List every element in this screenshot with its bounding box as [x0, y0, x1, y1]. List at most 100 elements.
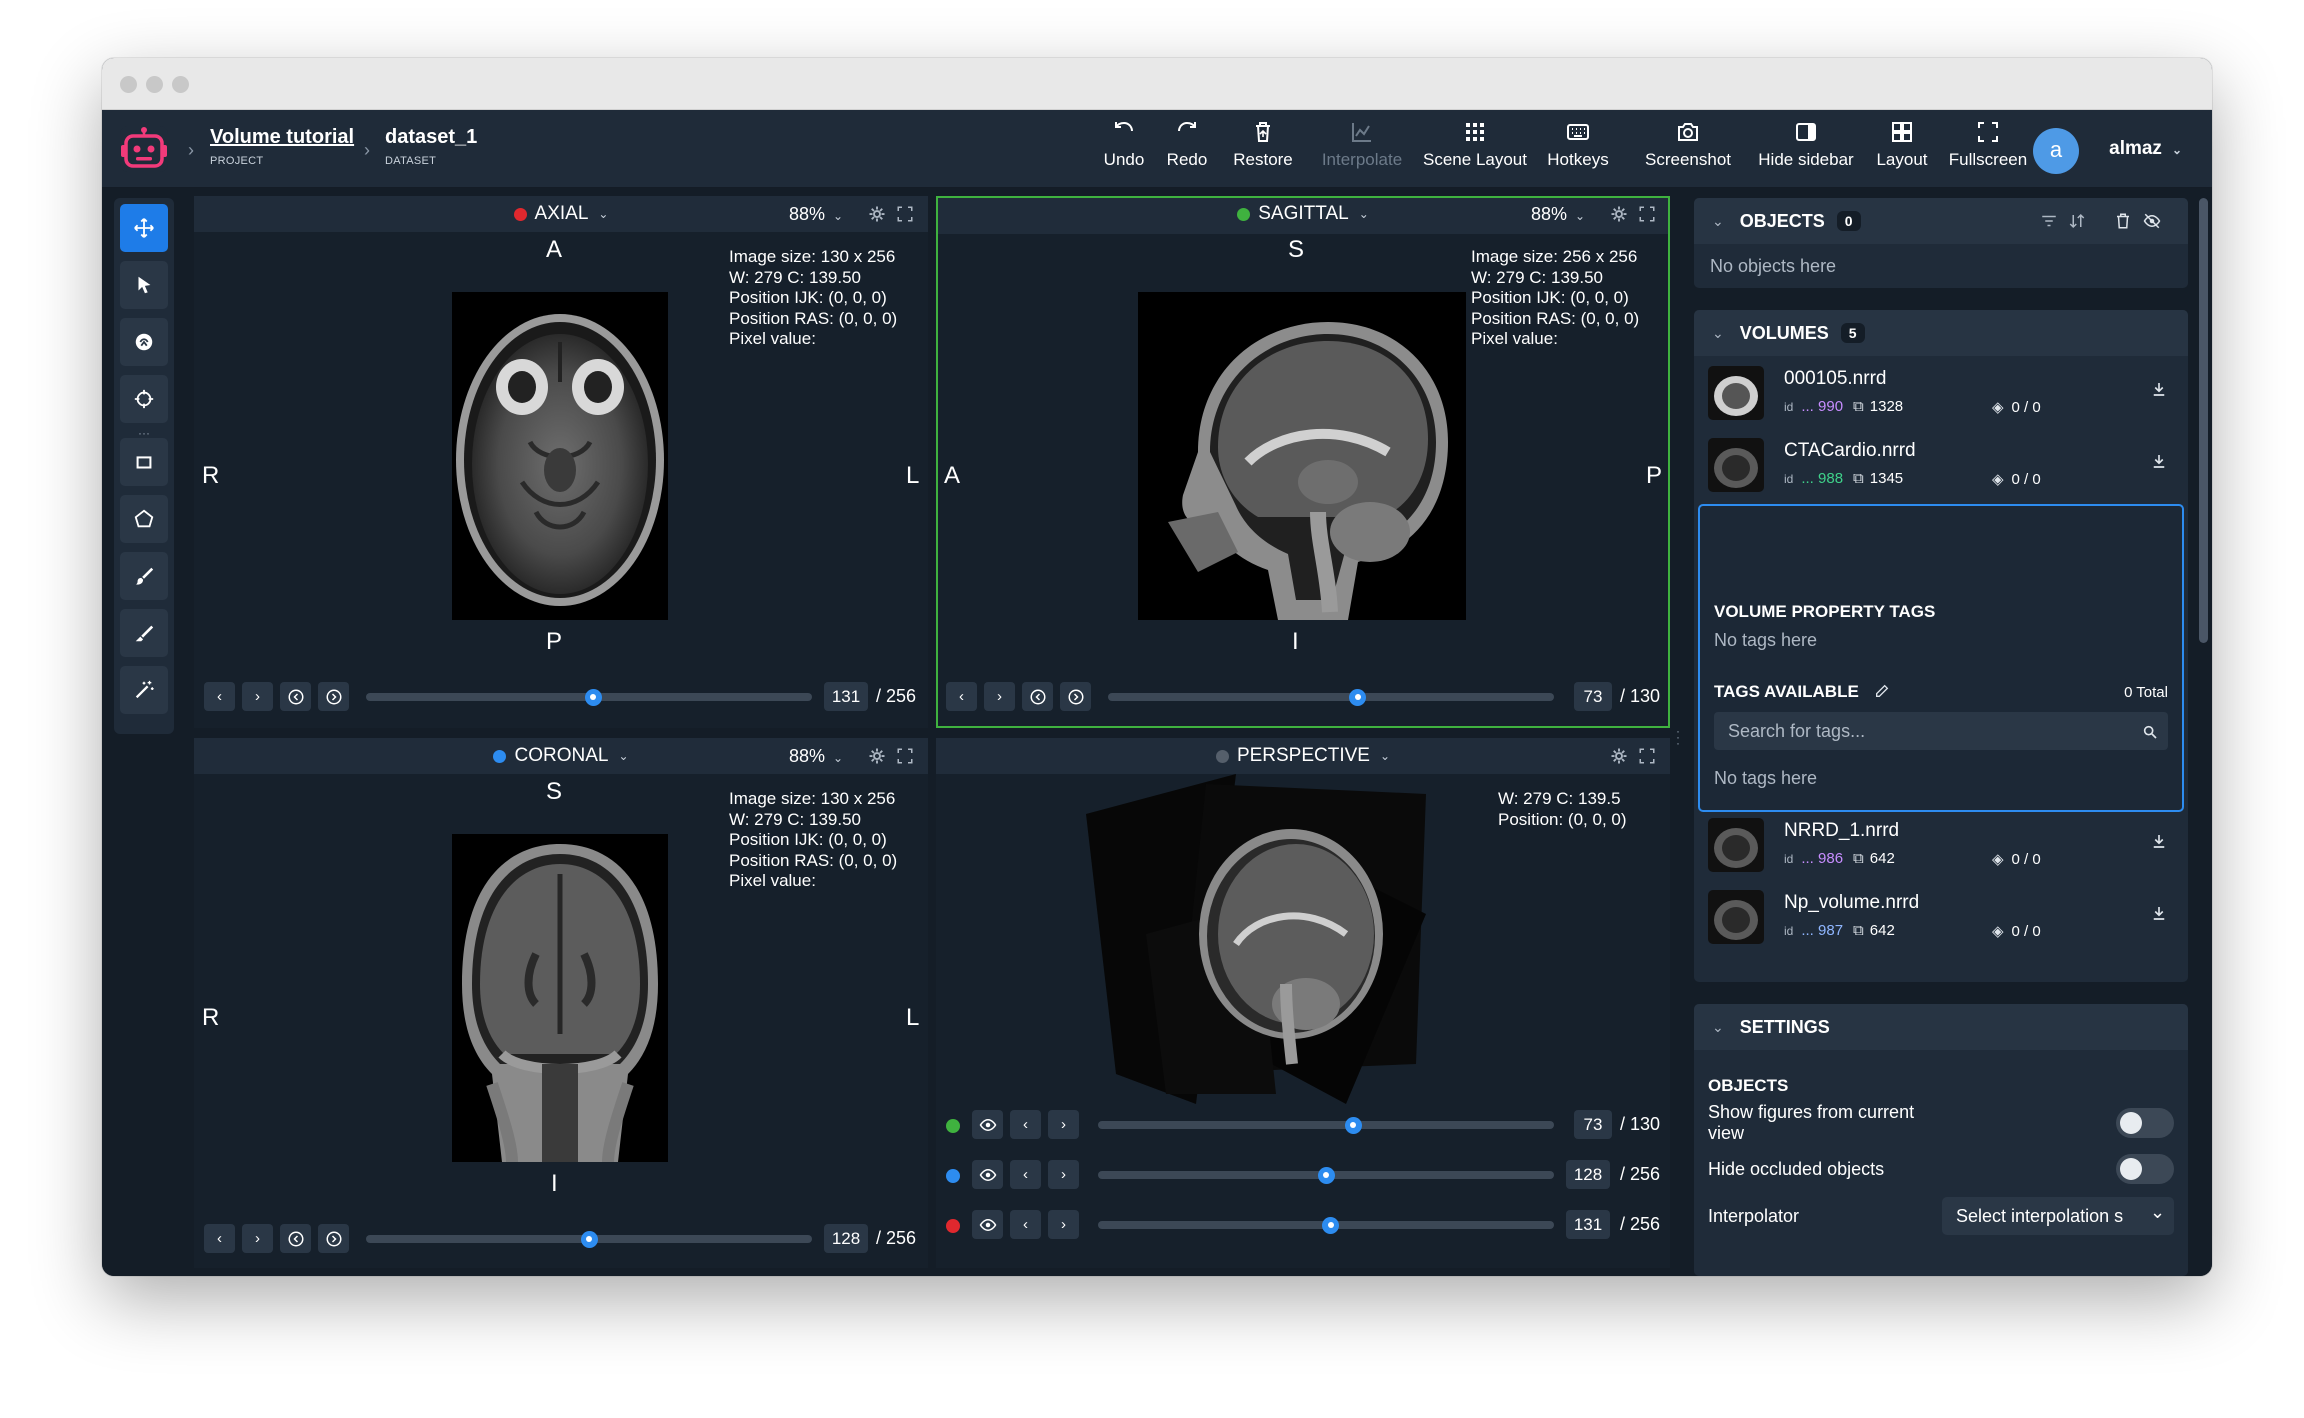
plane-slice-input[interactable]: 128: [1566, 1160, 1610, 1189]
volume-list-item[interactable]: NRRD_1.nrrd id ... 986 ⧉ 642 ◈ 0 / 0: [1694, 808, 2188, 880]
plane-slider-knob[interactable]: [1322, 1216, 1340, 1234]
tool-polygon[interactable]: [120, 495, 168, 543]
tool-rectangle[interactable]: [120, 438, 168, 486]
coronal-zoom-select[interactable]: 88% ⌄: [789, 746, 843, 767]
hide-sidebar-button[interactable]: Hide sidebar: [1754, 120, 1858, 178]
volume-list-item[interactable]: 000105.nrrd id ... 990 ⧉ 1328 ◈ 0 / 0: [1694, 356, 2188, 428]
tool-eraser[interactable]: [120, 609, 168, 657]
window-minimize-dot[interactable]: [146, 76, 163, 93]
tool-select[interactable]: [120, 261, 168, 309]
axial-first-button[interactable]: [280, 682, 311, 711]
plane-prev-button[interactable]: ‹: [1010, 1210, 1041, 1239]
volume-list-item[interactable]: CTACardio.nrrd id ... 988 ⧉ 1345 ◈ 0 / 0: [1694, 428, 2188, 500]
gear-icon[interactable]: [1610, 205, 1628, 223]
plane-next-button[interactable]: ›: [1048, 1110, 1079, 1139]
perspective-3d-render[interactable]: [1086, 774, 1446, 1108]
sort-icon[interactable]: [2068, 212, 2086, 230]
axial-prev-button[interactable]: ‹: [204, 682, 235, 711]
plane-visibility-button[interactable]: [972, 1210, 1003, 1239]
scene-layout-button[interactable]: Scene Layout: [1420, 120, 1530, 178]
tool-move[interactable]: [120, 204, 168, 252]
plane-slice-input[interactable]: 73: [1574, 1110, 1612, 1139]
viewport-sagittal[interactable]: SAGITTAL ⌄ 88% ⌄ S I A P Image size: 256…: [936, 196, 1670, 728]
download-icon[interactable]: [2150, 904, 2168, 922]
plane-next-button[interactable]: ›: [1048, 1160, 1079, 1189]
project-title[interactable]: Volume tutorial: [210, 126, 354, 149]
download-icon[interactable]: [2150, 832, 2168, 850]
filter-icon[interactable]: [2040, 212, 2058, 230]
viewport-axial[interactable]: AXIAL ⌄ 88% ⌄ A P R L Image size: 130 x …: [194, 196, 928, 728]
sidebar-scrollbar[interactable]: [2199, 198, 2208, 1276]
viewport-coronal[interactable]: CORONAL ⌄ 88% ⌄ S I R L Image size: 130 …: [194, 738, 928, 1268]
trash-icon[interactable]: [2114, 212, 2132, 230]
viewport-perspective-title[interactable]: PERSPECTIVE ⌄: [936, 738, 1670, 774]
sagittal-first-button[interactable]: [1022, 682, 1053, 711]
axial-next-button[interactable]: ›: [242, 682, 273, 711]
coronal-slider-knob[interactable]: [580, 1230, 598, 1248]
gear-icon[interactable]: [868, 747, 886, 765]
tool-brush[interactable]: [120, 552, 168, 600]
tool-smart[interactable]: [120, 318, 168, 366]
breadcrumb-project[interactable]: Volume tutorial PROJECT: [210, 126, 354, 167]
hide-occluded-toggle[interactable]: [2116, 1154, 2174, 1184]
window-maximize-dot[interactable]: [172, 76, 189, 93]
plane-prev-button[interactable]: ‹: [1010, 1160, 1041, 1189]
interpolator-select[interactable]: Select interpolation s: [1942, 1197, 2174, 1235]
plane-visibility-button[interactable]: [972, 1160, 1003, 1189]
plane-slice-slider[interactable]: [1098, 1116, 1554, 1134]
coronal-slice-image[interactable]: [452, 834, 668, 1162]
plane-slider-knob[interactable]: [1317, 1166, 1335, 1184]
window-close-dot[interactable]: [120, 76, 137, 93]
edit-icon[interactable]: [1874, 683, 1890, 699]
viewport-perspective[interactable]: PERSPECTIVE ⌄ W: 279 C: 139.5 Position: …: [936, 738, 1670, 1268]
coronal-slice-input[interactable]: 128: [824, 1224, 868, 1253]
expand-icon[interactable]: [896, 747, 914, 765]
expand-icon[interactable]: [1638, 747, 1656, 765]
dataset-title[interactable]: dataset_1: [385, 126, 477, 149]
layout-button[interactable]: Layout: [1873, 120, 1931, 178]
expand-icon[interactable]: [1638, 205, 1656, 223]
restore-button[interactable]: Restore: [1230, 120, 1296, 178]
plane-slider-knob[interactable]: [1344, 1116, 1362, 1134]
volumes-panel-header[interactable]: ⌄ VOLUMES 5: [1694, 310, 2188, 356]
coronal-next-button[interactable]: ›: [242, 1224, 273, 1253]
axial-slider-knob[interactable]: [584, 688, 602, 706]
tags-search-input[interactable]: [1714, 712, 2168, 750]
gear-icon[interactable]: [1610, 747, 1628, 765]
plane-slice-input[interactable]: 131: [1566, 1210, 1610, 1239]
show-figures-toggle[interactable]: [2116, 1108, 2174, 1138]
fullscreen-button[interactable]: Fullscreen: [1946, 120, 2030, 178]
undo-button[interactable]: Undo: [1101, 120, 1147, 178]
screenshot-button[interactable]: Screenshot: [1642, 120, 1734, 178]
resize-handle-icon[interactable]: · · ·: [1676, 725, 1682, 749]
axial-slice-input[interactable]: 131: [824, 682, 868, 711]
sagittal-zoom-select[interactable]: 88% ⌄: [1531, 204, 1585, 225]
avatar[interactable]: a: [2033, 128, 2079, 174]
tool-point[interactable]: [120, 375, 168, 423]
coronal-first-button[interactable]: [280, 1224, 311, 1253]
robot-logo-icon[interactable]: [118, 124, 170, 174]
axial-slice-slider[interactable]: [366, 688, 812, 706]
download-icon[interactable]: [2150, 380, 2168, 398]
coronal-prev-button[interactable]: ‹: [204, 1224, 235, 1253]
redo-button[interactable]: Redo: [1164, 120, 1210, 178]
tool-magic-wand[interactable]: [120, 666, 168, 714]
plane-next-button[interactable]: ›: [1048, 1210, 1079, 1239]
volume-list-item[interactable]: Np_volume.nrrd id ... 987 ⧉ 642 ◈ 0 / 0: [1694, 880, 2188, 952]
download-icon[interactable]: [2150, 452, 2168, 470]
sagittal-slice-input[interactable]: 73: [1574, 682, 1612, 711]
sagittal-slider-knob[interactable]: [1349, 688, 1367, 706]
settings-panel-header[interactable]: ⌄ SETTINGS: [1694, 1004, 2188, 1050]
sidebar-scrollbar-thumb[interactable]: [2199, 198, 2208, 643]
coronal-last-button[interactable]: [318, 1224, 349, 1253]
user-menu[interactable]: almaz ⌄: [2109, 138, 2182, 160]
plane-prev-button[interactable]: ‹: [1010, 1110, 1041, 1139]
axial-last-button[interactable]: [318, 682, 349, 711]
breadcrumb-dataset[interactable]: dataset_1 DATASET: [385, 126, 477, 167]
plane-slice-slider[interactable]: [1098, 1216, 1554, 1234]
sagittal-prev-button[interactable]: ‹: [946, 682, 977, 711]
hotkeys-button[interactable]: Hotkeys: [1543, 120, 1613, 178]
plane-slice-slider[interactable]: [1098, 1166, 1554, 1184]
axial-zoom-select[interactable]: 88% ⌄: [789, 204, 843, 225]
sagittal-last-button[interactable]: [1060, 682, 1091, 711]
